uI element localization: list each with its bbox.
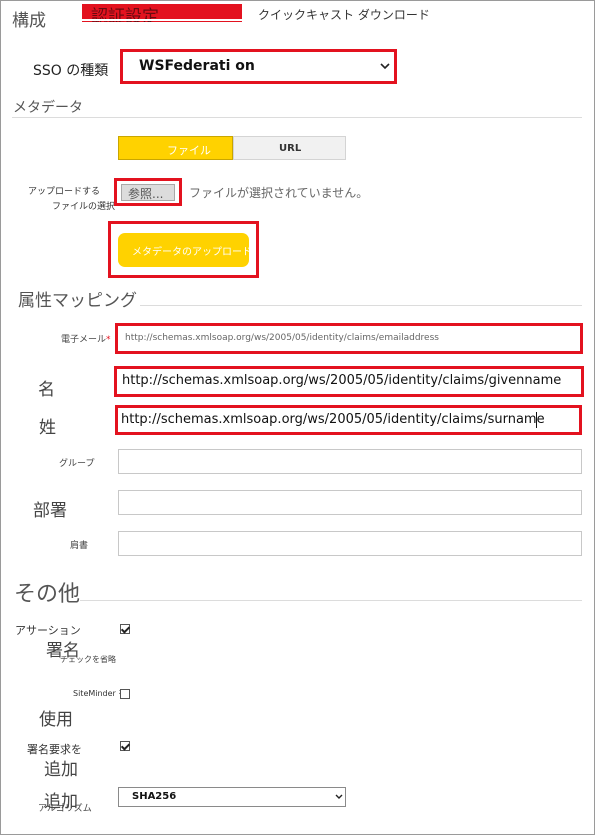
browse-button-label: 参照... bbox=[128, 187, 164, 201]
email-label-text: 電子メール bbox=[61, 335, 107, 345]
other-section-title: その他 bbox=[14, 582, 81, 607]
tab-active-underline bbox=[82, 19, 242, 21]
upload-file-label-line2: ファイルの選択 bbox=[52, 202, 116, 212]
first-name-field[interactable]: http://schemas.xmlsoap.org/ws/2005/05/id… bbox=[118, 370, 580, 393]
group-field[interactable] bbox=[118, 449, 582, 474]
assertion-signature-skip-checkbox[interactable] bbox=[120, 624, 130, 634]
job-title-field[interactable] bbox=[118, 531, 582, 556]
email-field[interactable]: http://schemas.xmlsoap.org/ws/2005/05/id… bbox=[119, 327, 579, 350]
required-marker: * bbox=[106, 335, 111, 345]
last-name-label: 姓 bbox=[39, 418, 56, 438]
metadata-toggle-url-label: URL bbox=[279, 143, 302, 154]
sign-request-label-line2: 追加 bbox=[44, 760, 78, 780]
metadata-toggle-file-label: ファイル bbox=[167, 144, 211, 157]
last-name-field[interactable]: http://schemas.xmlsoap.org/ws/2005/05/id… bbox=[119, 409, 578, 431]
upload-metadata-button-label: メタデータのアップロード bbox=[132, 247, 252, 258]
email-field-value: http://schemas.xmlsoap.org/ws/2005/05/id… bbox=[125, 333, 439, 343]
group-label: グループ bbox=[59, 459, 95, 469]
sso-type-label: SSO の種類 bbox=[33, 63, 109, 79]
tab-quickcast-download[interactable]: クイックキャスト ダウンロード bbox=[258, 6, 430, 23]
chevron-down-icon bbox=[335, 794, 343, 799]
first-name-field-value: http://schemas.xmlsoap.org/ws/2005/05/id… bbox=[122, 373, 562, 388]
sso-type-value: WSFederati on bbox=[139, 58, 255, 74]
chevron-down-icon bbox=[380, 63, 390, 70]
first-name-label: 名 bbox=[38, 380, 55, 400]
browse-button[interactable]: 参照... bbox=[121, 184, 175, 201]
siteminder-label: SiteMinder を bbox=[73, 689, 127, 698]
tab-configuration[interactable]: 構成 bbox=[12, 6, 46, 31]
sso-type-select[interactable]: WSFederati on bbox=[125, 54, 392, 79]
department-field[interactable] bbox=[118, 490, 582, 515]
text-cursor bbox=[536, 412, 537, 428]
algorithm-select[interactable]: SHA256 bbox=[118, 787, 346, 807]
metadata-divider bbox=[12, 117, 582, 118]
attribute-mapping-divider bbox=[140, 305, 582, 306]
algorithm-label-line2: アルゴリズム bbox=[38, 804, 92, 814]
assertion-label-line3: チェックを省略 bbox=[60, 655, 116, 664]
metadata-toggle-url[interactable]: URL bbox=[233, 136, 346, 160]
algorithm-select-value: SHA256 bbox=[132, 791, 177, 802]
job-title-label: 肩書 bbox=[70, 541, 89, 551]
sign-request-checkbox[interactable] bbox=[120, 741, 130, 751]
upload-metadata-button[interactable]: メタデータのアップロード bbox=[118, 233, 252, 267]
no-file-selected-text: ファイルが選択されていません。 bbox=[189, 186, 369, 200]
upload-file-label-line1: アップロードする bbox=[28, 187, 101, 197]
attribute-mapping-title: 属性マッピング bbox=[18, 291, 137, 311]
metadata-toggle-file[interactable]: ファイル bbox=[118, 136, 233, 160]
last-name-field-value: http://schemas.xmlsoap.org/ws/2005/05/id… bbox=[121, 412, 545, 427]
siteminder-label-line2: 使用 bbox=[39, 710, 73, 730]
metadata-section-title: メタデータ bbox=[13, 100, 83, 116]
siteminder-checkbox[interactable] bbox=[120, 689, 130, 699]
other-divider bbox=[80, 600, 582, 601]
department-label: 部署 bbox=[33, 501, 67, 521]
email-label: 電子メール* bbox=[61, 332, 111, 345]
